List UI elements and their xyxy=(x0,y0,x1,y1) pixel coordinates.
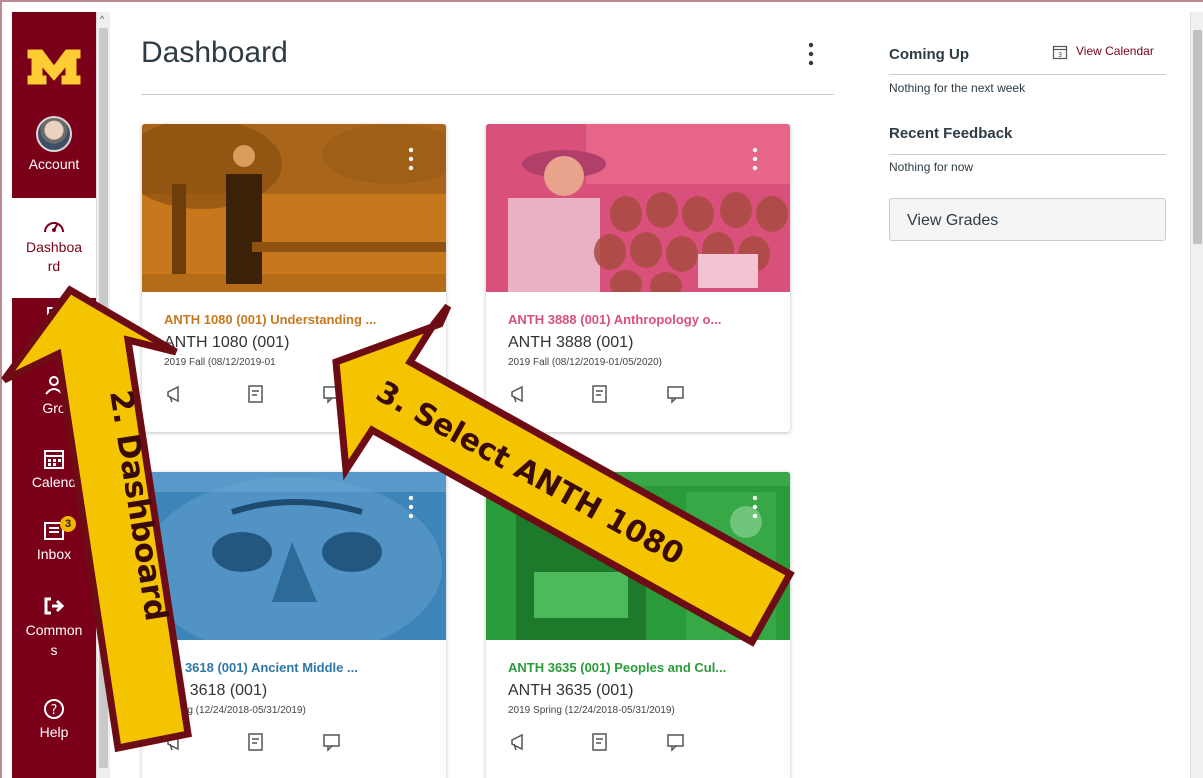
course-code: TH 3618 (001) xyxy=(164,682,268,699)
assignment-icon[interactable] xyxy=(588,730,612,754)
course-term: 2019 Fall (08/12/2019-01 xyxy=(164,357,276,368)
card-kebab-menu-icon[interactable] xyxy=(406,146,416,172)
courses-icon xyxy=(47,307,61,325)
course-card[interactable]: TH 3618 (001) Ancient Middle ... TH 3618… xyxy=(142,472,446,778)
svg-text:?: ? xyxy=(51,703,58,718)
nav-help-label: Help xyxy=(39,724,69,740)
coming-up-heading: Coming Up xyxy=(889,46,969,63)
commons-icon xyxy=(44,597,65,615)
coming-up-divider xyxy=(889,74,1166,75)
global-nav: Account Dashboa rd Gro Calend 3 Inbox Co… xyxy=(12,12,96,778)
scroll-up-icon[interactable]: ^ xyxy=(100,14,104,24)
coming-up-empty-text: Nothing for the next week xyxy=(889,81,1026,95)
nav-dashboard-label: Dashboa rd xyxy=(25,239,83,274)
assignment-icon[interactable] xyxy=(244,730,268,754)
nav-scrollbar-thumb[interactable] xyxy=(99,28,108,768)
discussion-icon[interactable] xyxy=(320,730,344,754)
nav-help[interactable]: ? Help xyxy=(12,698,96,740)
course-term: 2019 Fall (08/12/2019-01/05/2020) xyxy=(508,357,663,368)
nav-scrollbar[interactable]: ^ xyxy=(96,12,110,778)
course-term: Spring (12/24/2018-05/31/2019) xyxy=(164,705,306,716)
nav-calendar[interactable]: Calend xyxy=(12,448,96,490)
nav-inbox[interactable]: 3 Inbox xyxy=(12,516,96,562)
page-scrollbar-thumb[interactable] xyxy=(1193,30,1202,244)
nav-account-label: Account xyxy=(28,156,80,172)
recent-feedback-divider xyxy=(889,154,1166,155)
nav-commons[interactable]: Common s xyxy=(12,596,96,660)
course-full-name-link[interactable]: ANTH 1080 (001) Understanding ... xyxy=(164,312,376,327)
nav-groups[interactable]: Gro xyxy=(12,374,96,416)
announcement-icon[interactable] xyxy=(164,382,188,406)
course-card-image[interactable] xyxy=(486,124,790,292)
course-full-name-link[interactable]: ANTH 3888 (001) Anthropology o... xyxy=(508,312,721,327)
page-title: Dashboard xyxy=(141,36,288,69)
discussion-icon[interactable] xyxy=(320,382,344,406)
calendar-icon[interactable]: 3 xyxy=(1052,44,1068,60)
discussion-icon[interactable] xyxy=(664,382,688,406)
course-card-image[interactable] xyxy=(142,124,446,292)
nav-calendar-label: Calend xyxy=(31,474,77,490)
nav-dashboard[interactable]: Dashboa rd xyxy=(12,198,96,298)
course-code: ANTH 3888 (001) xyxy=(508,334,634,351)
card-kebab-menu-icon[interactable] xyxy=(406,494,416,520)
svg-text:3: 3 xyxy=(1058,51,1062,59)
card-actions xyxy=(508,730,708,760)
university-logo-icon[interactable] xyxy=(26,46,82,86)
view-grades-button[interactable]: View Grades xyxy=(889,198,1166,241)
view-calendar-link[interactable]: View Calendar xyxy=(1076,44,1154,58)
card-actions xyxy=(164,382,364,412)
nav-courses[interactable] xyxy=(12,306,96,332)
calendar-icon xyxy=(44,450,64,469)
course-card[interactable]: ANTH 3888 (001) Anthropology o... ANTH 3… xyxy=(486,124,790,432)
avatar xyxy=(36,116,72,152)
header-divider xyxy=(141,94,834,95)
nav-account[interactable]: Account xyxy=(12,116,96,172)
discussion-icon[interactable] xyxy=(664,730,688,754)
course-full-name-link[interactable]: ANTH 3635 (001) Peoples and Cul... xyxy=(508,660,726,675)
announcement-icon[interactable] xyxy=(508,730,532,754)
card-kebab-menu-icon[interactable] xyxy=(750,494,760,520)
page-scrollbar[interactable] xyxy=(1190,12,1203,778)
dashboard-options-kebab-icon[interactable] xyxy=(804,40,818,68)
announcement-icon[interactable] xyxy=(508,382,532,406)
announcement-icon[interactable] xyxy=(164,730,188,754)
card-actions xyxy=(508,382,708,412)
course-card[interactable]: ANTH 3635 (001) Peoples and Cul... ANTH … xyxy=(486,472,790,778)
assignment-icon[interactable] xyxy=(588,382,612,406)
groups-icon xyxy=(45,376,63,395)
help-icon: ? xyxy=(44,699,64,719)
course-card-image[interactable] xyxy=(142,472,446,640)
course-code: ANTH 1080 (001) xyxy=(164,334,290,351)
inbox-badge: 3 xyxy=(60,516,76,532)
assignment-icon[interactable] xyxy=(244,382,268,406)
nav-commons-label: Common s xyxy=(25,622,83,658)
course-code: ANTH 3635 (001) xyxy=(508,682,634,699)
feedback-empty-text: Nothing for now xyxy=(889,160,974,174)
course-full-name-link[interactable]: TH 3618 (001) Ancient Middle ... xyxy=(164,660,358,675)
course-card[interactable]: ANTH 1080 (001) Understanding ... ANTH 1… xyxy=(142,124,446,432)
nav-groups-label: Gro xyxy=(42,400,66,416)
course-card-image[interactable] xyxy=(486,472,790,640)
card-actions xyxy=(164,730,364,760)
nav-inbox-label: Inbox xyxy=(36,546,72,562)
recent-feedback-heading: Recent Feedback xyxy=(889,125,1013,142)
course-term: 2019 Spring (12/24/2018-05/31/2019) xyxy=(508,705,675,716)
card-kebab-menu-icon[interactable] xyxy=(750,146,760,172)
dashboard-icon xyxy=(44,222,64,233)
